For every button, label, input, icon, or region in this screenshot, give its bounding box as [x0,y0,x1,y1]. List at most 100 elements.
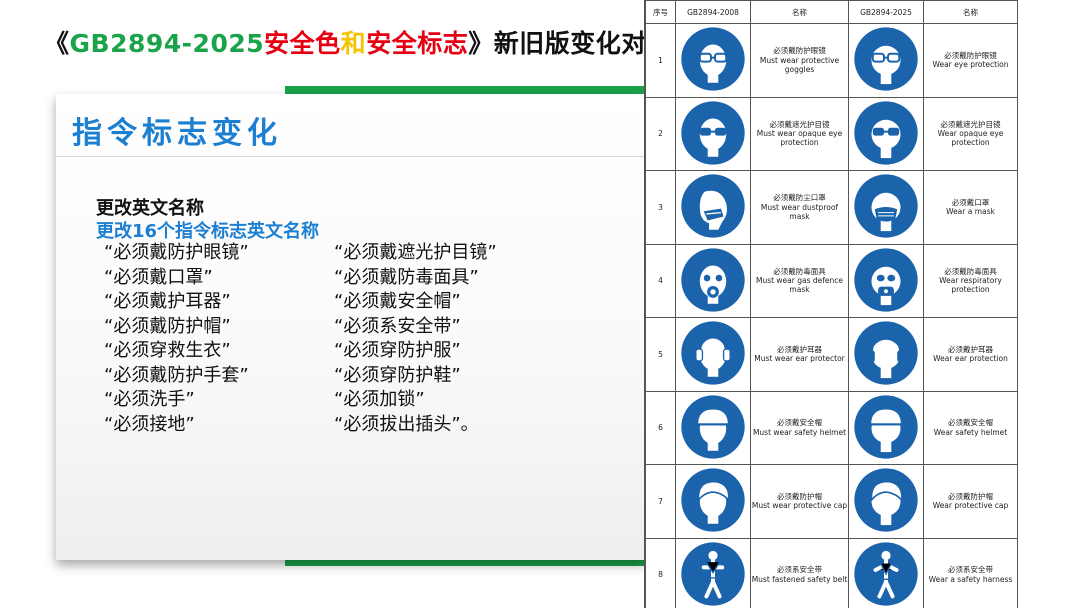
new-name-cn: 必须戴遮光护目镜 [940,119,1001,129]
new-name-cell: 必须戴防护眼镜 Wear eye protection [923,23,1018,98]
goggles-icon [853,26,919,92]
new-name-en: Wear eye protection [932,60,1009,70]
row-number: 4 [645,243,676,318]
new-name-cell: 必须系安全带 Wear a safety harness [923,537,1018,608]
new-name-cn: 必须戴防护眼镜 [944,50,997,60]
table-body: 1 必须戴防护眼镜 Must wear protective goggles 必须戴防… [645,23,1018,608]
sign-name-item: “必须戴遮光护目镜” [334,242,497,263]
sign-name-item: “必须接地” [104,413,195,435]
old-name-en: Must wear dustproof mask [760,202,839,221]
old-sign-cell [675,464,751,539]
sign-name-item: “必须戴口罩” [104,266,213,288]
protective-cap-icon [680,467,746,533]
safety-harness-icon [853,541,919,607]
row-number: 2 [645,96,676,171]
old-name-cell: 必须戴防毒面具 Must wear gas defence mask [750,243,849,318]
row-number: 5 [645,317,676,392]
new-sign-cell [848,170,924,245]
safety-helmet-icon [853,394,919,460]
row-number: 6 [645,390,676,465]
new-name-en: Wear protective cap [932,501,1009,511]
old-name-cn: 必须戴防护帽 [777,491,822,501]
new-name-en: Wear safety helmet [933,427,1008,437]
old-name-cell: 必须系安全带 Must fastened safety belt [750,537,849,608]
comparison-table: 序号 GB2894-2008 名称 GB2894-2025 名称 1 必须戴防护眼… [645,0,1018,608]
table-row: 3 必须戴防尘口罩 Must wear dustproof mask 必须戴口罩 Wea… [645,170,1018,245]
new-name-cn: 必须戴口罩 [951,197,990,207]
new-name-cn: 必须戴护耳器 [948,344,993,354]
title-word-safety-sign: 安全标志 [366,29,469,58]
card-heading: 指令标志变化 [72,116,282,151]
table-row: 5 必须戴护耳器 Must wear ear protector 必须戴护耳器 Wear… [645,317,1018,392]
old-name-cn: 必须戴防尘口罩 [773,193,826,203]
new-sign-cell [848,96,924,171]
content-card: 指令标志变化 更改英文名称 更改16个指令标志英文名称 “必须戴防护眼镜” “必须… [56,94,646,560]
sign-name-item: “必须穿救生衣” [104,340,231,361]
header-old-standard: GB2894-2008 [675,0,751,24]
sign-name-item: “必须戴防毒面具” [334,266,479,288]
old-name-en: Must wear ear protector [754,354,845,364]
table-row: 1 必须戴防护眼镜 Must wear protective goggles 必须戴防… [645,23,1018,98]
old-name-cn: 必须戴遮光护目镜 [769,119,830,129]
old-name-en: Must wear safety helmet [752,427,847,437]
new-name-cell: 必须戴口罩 Wear a mask [923,170,1018,245]
table-row: 8 必须系安全带 Must fastened safety belt 必须系安全带 We… [645,537,1018,608]
old-sign-cell [675,23,751,98]
old-sign-cell [675,96,751,171]
gas-mask-icon [680,247,746,313]
old-name-en: Must wear protective cap [751,501,848,511]
safety-helmet-icon [680,394,746,460]
protective-cap-icon [853,467,919,533]
new-name-cell: 必须戴遮光护目镜 Wear opaque eye protection [923,96,1018,171]
sign-name-item: “必须戴护耳器” [104,291,231,312]
new-sign-cell [848,317,924,392]
sign-name-item: “必须洗手” [104,389,195,410]
old-sign-cell [675,243,751,318]
old-name-cell: 必须戴安全帽 Must wear safety helmet [750,390,849,465]
old-name-cell: 必须戴护耳器 Must wear ear protector [750,317,849,392]
title-word-color: 色 [315,29,341,58]
old-name-en: Must wear gas defence mask [755,276,844,295]
row-number: 8 [645,537,676,608]
dust-mask-icon [680,173,746,239]
new-sign-cell [848,464,924,539]
new-sign-cell [848,23,924,98]
old-name-en: Must wear opaque eye protection [756,129,843,148]
sign-name-item: “必须戴防护眼镜” [104,242,249,263]
ear-protection-icon [853,320,919,386]
opaque-goggles-icon [680,100,746,166]
old-sign-cell [675,537,751,608]
sign-name-item: “必须拔出插头”。 [334,413,479,435]
table-row: 2 必须戴遮光护目镜 Must wear opaque eye protection… [645,96,1018,171]
sign-name-item: “必须穿防护鞋” [334,364,461,386]
new-name-cell: 必须戴防毒面具 Wear respiratory protection [923,243,1018,318]
old-name-cell: 必须戴遮光护目镜 Must wear opaque eye protection [750,96,849,171]
new-name-cell: 必须戴护耳器 Wear ear protection [923,317,1018,392]
row-number: 3 [645,170,676,245]
new-name-cell: 必须戴防护帽 Wear protective cap [923,464,1018,539]
ear-protector-icon [680,320,746,386]
new-name-cn: 必须戴安全帽 [948,418,993,428]
header-old-name: 名称 [750,0,849,24]
header-no: 序号 [645,0,676,24]
opaque-goggles-icon [853,100,919,166]
sign-name-item: “必须戴防护帽” [104,315,231,337]
new-name-en: Wear a mask [946,207,995,217]
new-name-en: Wear respiratory protection [939,276,1002,295]
old-name-cn: 必须戴安全帽 [777,418,822,428]
row-number: 1 [645,23,676,98]
old-name-cn: 必须戴护耳器 [777,344,822,354]
new-name-en: Wear opaque eye protection [937,129,1004,148]
header-new-standard: GB2894-2025 [848,0,924,24]
sign-name-item: “必须穿防护服” [334,340,461,361]
sign-name-list: “必须戴防护眼镜” “必须戴遮光护目镜” “必须戴口罩” “必须戴防毒面具” “必须戴护… [104,241,624,437]
old-name-cell: 必须戴防护眼镜 Must wear protective goggles [750,23,849,98]
card-divider [56,156,646,157]
title-word-safety: 安全 [264,29,316,58]
old-sign-cell [675,170,751,245]
mask-icon [853,173,919,239]
old-name-cell: 必须戴防护帽 Must wear protective cap [750,464,849,539]
new-name-cell: 必须戴安全帽 Wear safety helmet [923,390,1018,465]
safety-belt-icon [680,541,746,607]
old-name-en: Must fastened safety belt [751,574,848,584]
